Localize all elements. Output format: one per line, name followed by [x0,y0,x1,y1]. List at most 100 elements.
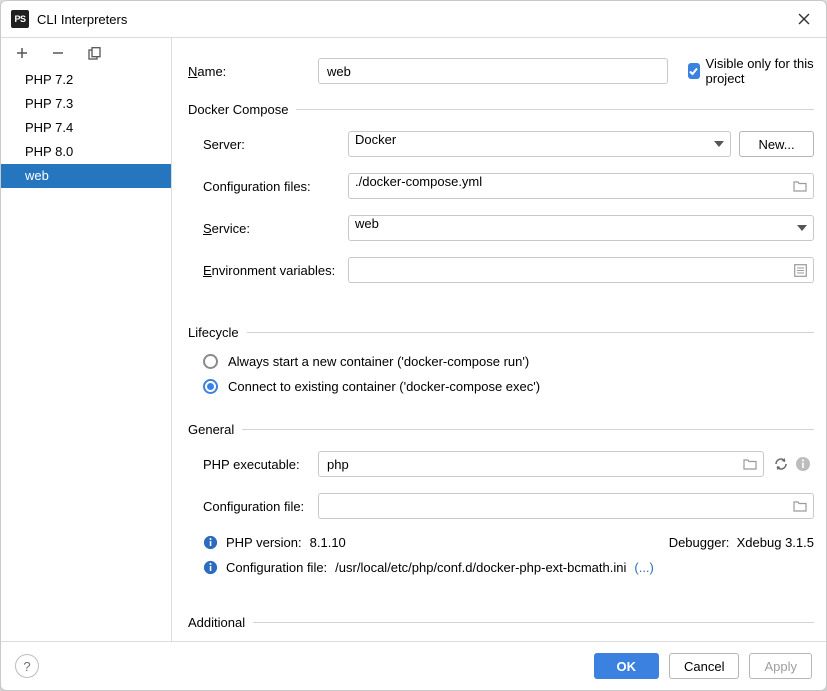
folder-icon[interactable] [743,458,757,470]
section-divider [247,332,814,333]
service-row: Service: web [188,215,814,241]
form-scroll-area[interactable]: Name: Visible only for this project [172,38,826,641]
php-version-value: 8.1.10 [310,535,346,550]
debugger-value: Xdebug 3.1.5 [737,535,814,550]
lifecycle-start-new-option[interactable]: Always start a new container ('docker-co… [188,354,814,369]
config-file-info-value: /usr/local/etc/php/conf.d/docker-php-ext… [335,560,626,575]
lifecycle-connect-existing-option[interactable]: Connect to existing container ('docker-c… [188,379,814,394]
docker-compose-section: Docker Compose [188,102,814,117]
interpreter-list-item[interactable]: PHP 8.0 [1,140,171,164]
service-value: web [355,216,793,240]
new-server-button[interactable]: New... [739,131,814,157]
config-files-label: Configuration files: [188,179,348,194]
folder-icon[interactable] [793,500,807,512]
reload-executable-button[interactable] [770,453,792,475]
chevron-down-icon [714,141,724,147]
add-interpreter-button[interactable] [11,42,33,64]
close-icon [798,13,810,25]
copy-interpreter-button[interactable] [83,42,105,64]
info-icon [203,560,218,575]
section-divider [296,109,814,110]
section-title: Docker Compose [188,102,288,117]
lifecycle-section: Lifecycle [188,325,814,340]
config-files-value: ./docker-compose.yml [355,174,789,198]
config-file-label: Configuration file: [188,499,318,514]
env-row: Environment variables: [188,257,814,283]
info-hover-button[interactable] [792,453,814,475]
env-input[interactable] [355,257,790,283]
remove-interpreter-button[interactable] [47,42,69,64]
interpreter-list-item[interactable]: PHP 7.2 [1,68,171,92]
server-combo[interactable]: Docker [348,131,731,157]
radio-unchecked-icon [203,354,218,369]
check-icon [688,66,699,77]
config-files-field[interactable]: ./docker-compose.yml [348,173,814,199]
name-input[interactable] [325,58,661,84]
section-divider [242,429,814,430]
apply-button[interactable]: Apply [749,653,812,679]
info-icon [203,535,218,550]
interpreter-list[interactable]: PHP 7.2PHP 7.3PHP 7.4PHP 8.0web [1,68,171,641]
server-label: Server: [188,137,348,152]
additional-section: Additional [188,615,814,630]
cancel-button[interactable]: Cancel [669,653,739,679]
service-combo[interactable]: web [348,215,814,241]
server-value: Docker [355,132,710,156]
interpreter-list-item[interactable]: PHP 7.4 [1,116,171,140]
section-divider [253,622,814,623]
connect-existing-label: Connect to existing container ('docker-c… [228,379,540,394]
name-row: Name: Visible only for this project [188,56,814,86]
section-title: General [188,422,234,437]
interpreter-list-item[interactable]: web [1,164,171,188]
php-exec-input[interactable] [325,451,739,477]
app-icon: PS [11,10,29,28]
config-file-field[interactable] [318,493,814,519]
general-section: General [188,422,814,437]
help-icon: ? [23,659,30,674]
visible-only-label: Visible only for this project [706,56,814,86]
config-file-info: Configuration file: /usr/local/etc/php/c… [188,560,814,575]
chevron-down-icon [797,225,807,231]
server-row: Server: Docker New... [188,131,814,157]
php-exec-row: PHP executable: [188,451,814,477]
interpreter-list-panel: PHP 7.2PHP 7.3PHP 7.4PHP 8.0web [1,38,172,641]
list-icon[interactable] [794,264,807,277]
interpreter-form: Name: Visible only for this project [172,38,826,641]
section-title: Lifecycle [188,325,239,340]
window-close-button[interactable] [792,7,816,31]
info-gray-icon [795,456,811,472]
php-exec-label: PHP executable: [188,457,318,472]
dialog-footer: ? OK Cancel Apply [1,641,826,690]
list-toolbar [1,38,171,68]
reload-icon [773,456,789,472]
debugger-label: Debugger: [669,535,730,550]
titlebar: PS CLI Interpreters [1,1,826,38]
config-file-info-label: Configuration file: [226,560,327,575]
service-label: Service: [188,221,348,236]
env-field[interactable] [348,257,814,283]
ok-button[interactable]: OK [594,653,660,679]
name-label: Name: [188,64,318,79]
help-button[interactable]: ? [15,654,39,678]
visible-only-checkbox[interactable]: Visible only for this project [688,56,814,86]
config-file-ellipsis-link[interactable]: (...) [634,560,654,575]
debugger-status: Debugger: Xdebug 3.1.5 [669,535,814,550]
config-file-input[interactable] [325,493,789,519]
dialog-title: CLI Interpreters [37,12,792,27]
config-files-row: Configuration files: ./docker-compose.ym… [188,173,814,199]
checkbox-box [688,63,700,79]
config-file-row: Configuration file: [188,493,814,519]
plus-icon [16,47,28,59]
interpreter-list-item[interactable]: PHP 7.3 [1,92,171,116]
start-new-label: Always start a new container ('docker-co… [228,354,529,369]
folder-icon[interactable] [793,180,807,192]
dialog-body: PHP 7.2PHP 7.3PHP 7.4PHP 8.0web Name: [1,38,826,641]
php-version-label: PHP version: [226,535,302,550]
radio-checked-icon [203,379,218,394]
copy-icon [88,47,101,60]
minus-icon [52,47,64,59]
section-title: Additional [188,615,245,630]
php-exec-field[interactable] [318,451,764,477]
name-field-wrapper [318,58,668,84]
env-label: Environment variables: [188,263,348,278]
